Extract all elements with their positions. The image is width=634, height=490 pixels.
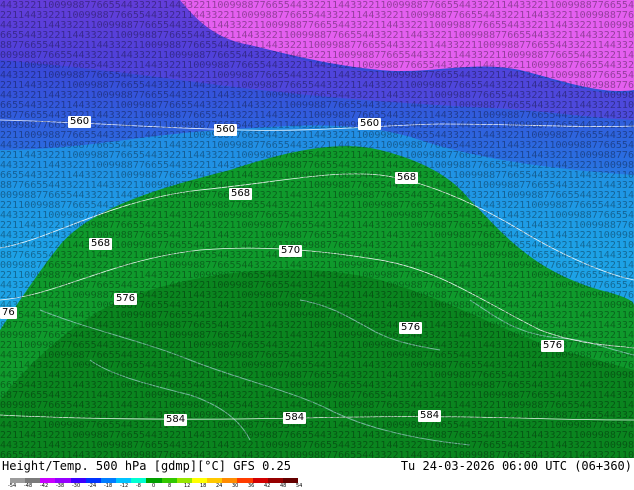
- contour-label-576-b: 576: [399, 322, 423, 334]
- contour-label-584-a: 584: [164, 414, 188, 426]
- temperature-field: 4433221100998877665544332211443322110099…: [0, 0, 634, 458]
- colorbar-tick-label: 54: [296, 483, 303, 489]
- temperature-colorbar: -54 -48 -42 -38 -30 -24 -18 -12 -8 0 8 12 18 24 30 36 42…: [8, 478, 302, 490]
- contour-label-568-c: 568: [89, 238, 113, 250]
- colorbar-tick-label: -30: [72, 483, 81, 489]
- title-row: Height/Temp. 500 hPa [gdmp][°C] GFS 0.25…: [2, 458, 632, 476]
- contour-label-560-c: 560: [358, 118, 382, 130]
- colorbar-tick-label: 36: [248, 483, 255, 489]
- contour-label-584-b: 584: [283, 412, 307, 424]
- colorbar-tick-label: 0: [152, 483, 156, 489]
- colorbar-tick-label: -54: [8, 483, 17, 489]
- contour-label-568-a: 568: [229, 188, 253, 200]
- colorbar-tick-label: -8: [136, 483, 141, 489]
- colorbar-tick-label: -42: [40, 483, 49, 489]
- contour-label-570: 570: [279, 245, 303, 257]
- contour-label-584-c: 584: [418, 410, 442, 422]
- colorbar-tick-label: 48: [280, 483, 287, 489]
- contour-label-576-c: 576: [541, 340, 565, 352]
- contour-label-edge-76: 76: [0, 307, 17, 319]
- colorbar-tick-label: -18: [104, 483, 113, 489]
- colorbar-tick-label: -12: [120, 483, 129, 489]
- colorbar-tick-label: 18: [200, 483, 207, 489]
- colorbar-tick-label: -24: [88, 483, 97, 489]
- contour-label-576-a: 576: [114, 293, 138, 305]
- colorbar-tick-label: 30: [232, 483, 239, 489]
- product-title: Height/Temp. 500 hPa [gdmp][°C] GFS 0.25: [2, 459, 291, 473]
- colorbar-tick-label: 12: [184, 483, 191, 489]
- map-footer: Height/Temp. 500 hPa [gdmp][°C] GFS 0.25…: [0, 458, 634, 490]
- weather-map: 4433221100998877665544332211443322110099…: [0, 0, 634, 458]
- contour-label-560-a: 560: [68, 116, 92, 128]
- digit-row: 6655443322114433221100998877665544332211…: [0, 450, 634, 458]
- colorbar-tick-label: 42: [264, 483, 271, 489]
- colorbar-ticks: -54 -48 -42 -38 -30 -24 -18 -12 -8 0 8 12 18 24 30 36 42…: [8, 483, 302, 490]
- colorbar-tick-label: -48: [24, 483, 33, 489]
- colorbar-tick-label: -38: [56, 483, 65, 489]
- colorbar-tick-label: 24: [216, 483, 223, 489]
- digit-field: 4433221100998877665544332211443322110099…: [0, 0, 634, 458]
- contour-label-560-b: 560: [214, 124, 238, 136]
- contour-label-568-b: 568: [395, 172, 419, 184]
- valid-time: Tu 24-03-2026 06:00 UTC (06+360): [400, 459, 632, 473]
- colorbar-tick-label: 8: [168, 483, 172, 489]
